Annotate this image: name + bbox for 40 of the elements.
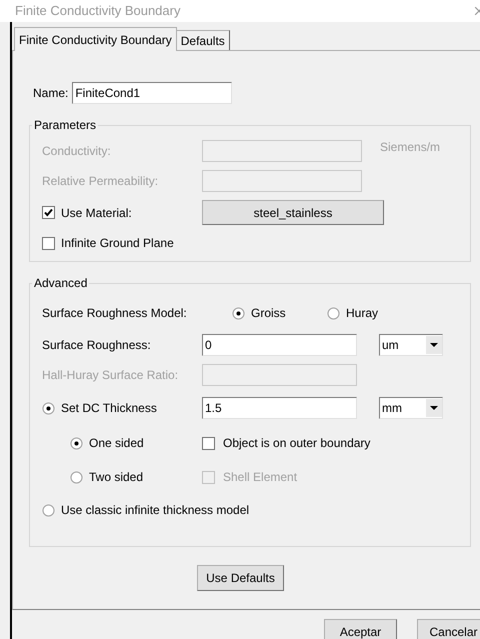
unit-dropdown[interactable]: mm bbox=[379, 397, 443, 419]
unit-dropdown[interactable]: um bbox=[379, 334, 443, 356]
group-title: Parameters bbox=[33, 117, 98, 134]
input-field[interactable]: FiniteCond1 bbox=[72, 82, 232, 104]
radio-label: Two sided bbox=[89, 469, 144, 486]
unit-label: Siemens/m bbox=[380, 139, 440, 156]
field-label: Relative Permeability: bbox=[42, 173, 160, 190]
field-label: Surface Roughness Model: bbox=[42, 305, 188, 322]
checkbox-icon[interactable] bbox=[202, 436, 215, 450]
radio-icon[interactable] bbox=[70, 470, 83, 484]
radio-label: Set DC Thickness bbox=[61, 400, 157, 417]
use-defaults-button[interactable]: Use Defaults bbox=[197, 565, 284, 591]
dialog-button[interactable]: Aceptar bbox=[324, 619, 397, 639]
input-field[interactable]: 0 bbox=[202, 334, 357, 356]
checkbox-label: Shell Element bbox=[223, 469, 298, 486]
radio-selected-icon[interactable] bbox=[232, 306, 245, 320]
radio-selected-icon[interactable] bbox=[70, 436, 83, 450]
checkbox-label: Infinite Ground Plane bbox=[61, 235, 174, 252]
radio-label: Groiss bbox=[251, 305, 286, 322]
window-title: Finite Conductivity Boundary bbox=[15, 2, 180, 20]
field-label: Name: bbox=[33, 85, 68, 102]
material-button[interactable]: steel_stainless bbox=[202, 200, 384, 225]
group-title: Advanced bbox=[33, 275, 88, 292]
field-label: Hall-Huray Surface Ratio: bbox=[42, 367, 180, 384]
radio-label: One sided bbox=[89, 435, 144, 452]
radio-icon[interactable] bbox=[42, 504, 55, 516]
field-label: Surface Roughness: bbox=[42, 337, 152, 354]
radio-icon[interactable] bbox=[327, 306, 340, 320]
tab[interactable]: Finite Conductivity Boundary bbox=[14, 27, 177, 51]
checkbox-icon[interactable] bbox=[42, 236, 55, 250]
radio-label: Use classic infinite thickness model bbox=[61, 502, 250, 519]
tab[interactable]: Defaults bbox=[176, 30, 230, 50]
dialog-button[interactable]: Cancelar bbox=[417, 619, 480, 639]
checkbox-checked-icon[interactable] bbox=[42, 206, 55, 219]
radio-label: Huray bbox=[346, 305, 378, 322]
radio-selected-icon[interactable] bbox=[42, 402, 55, 414]
checkbox-label: Object is on outer boundary bbox=[223, 435, 370, 452]
checkbox-label: Use Material: bbox=[61, 204, 132, 222]
field-label: Conductivity: bbox=[42, 143, 112, 160]
input-field[interactable]: 1.5 bbox=[202, 397, 357, 419]
